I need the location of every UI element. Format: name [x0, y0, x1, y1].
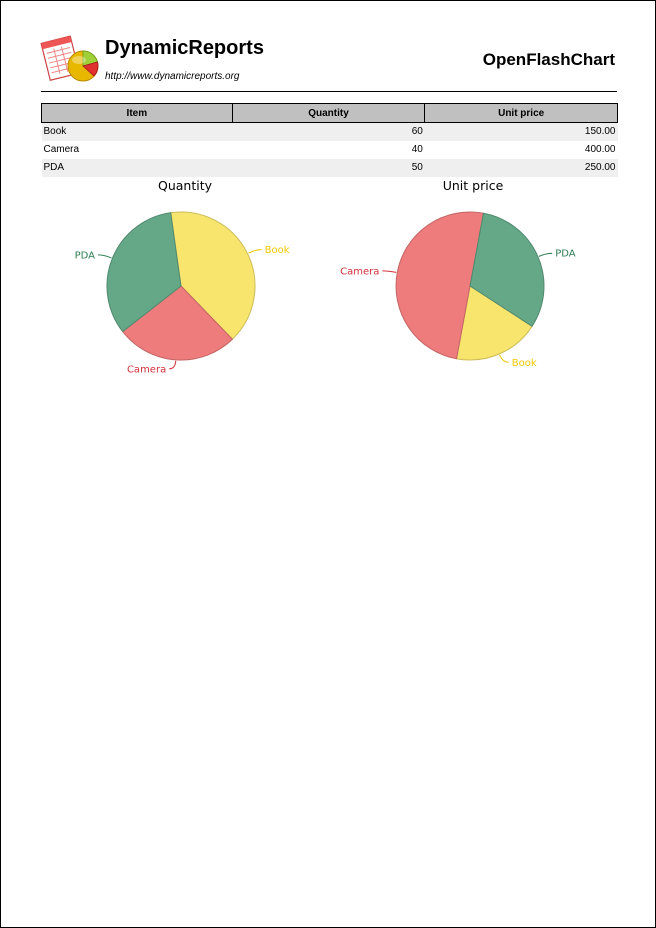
pie-charts: Book Camera PDA Book Camera PDA	[75, 211, 576, 375]
pie-slice-label: Camera	[340, 266, 379, 277]
pie-label-leader	[98, 254, 112, 259]
pie-slice-label: Book	[512, 358, 537, 369]
pie-label-leader	[499, 354, 509, 363]
pie-label-leader	[248, 249, 262, 254]
pie-label-leader	[538, 252, 553, 257]
pie-slice-label: Camera	[127, 364, 166, 375]
pie-label-leader	[169, 360, 177, 370]
report-page: DynamicReports http://www.dynamicreports…	[0, 0, 656, 928]
pie-slice-label: PDA	[555, 249, 576, 260]
pie-label-leader	[382, 270, 397, 273]
pie-slice-label: PDA	[75, 250, 96, 261]
pie-slice-label: Book	[265, 245, 290, 256]
